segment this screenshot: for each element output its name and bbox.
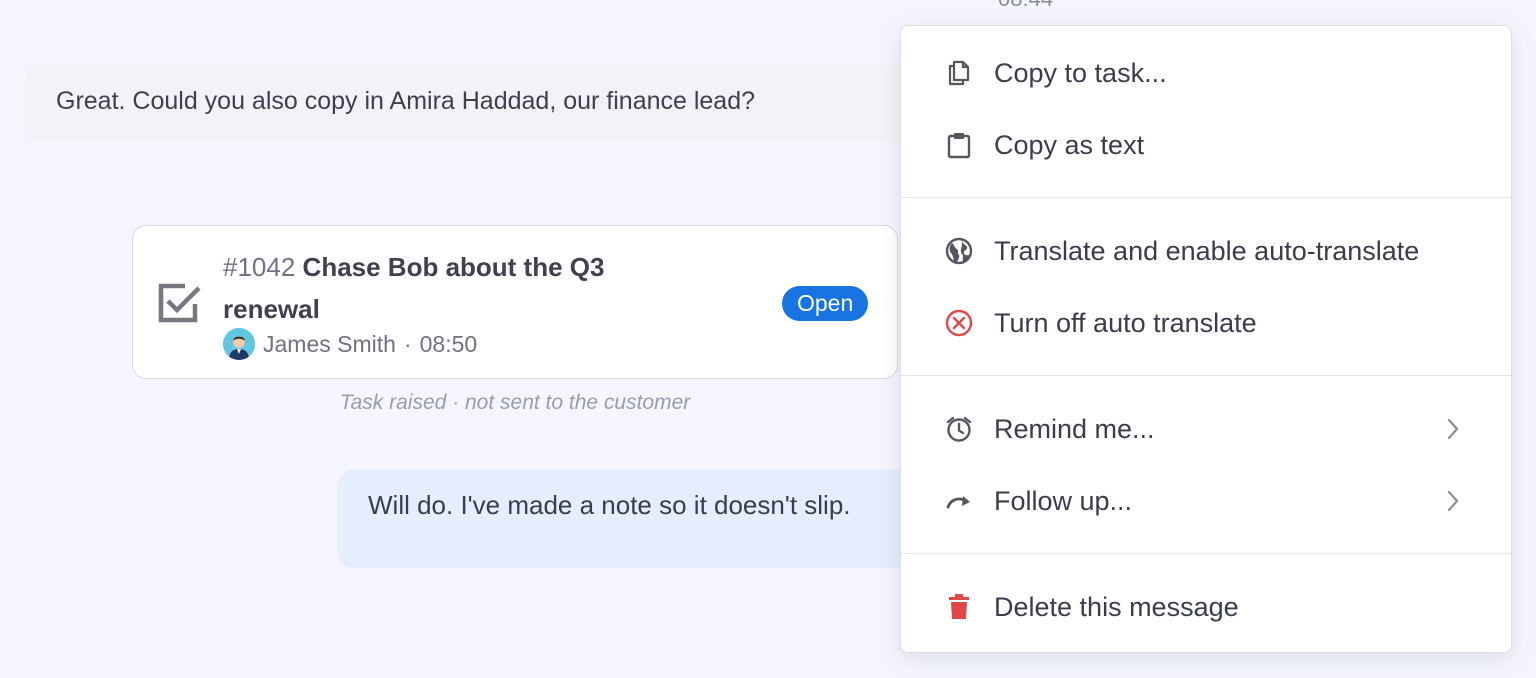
task-assignee: James Smith — [263, 330, 396, 357]
redo-arrow-icon — [945, 487, 973, 515]
alarm-clock-icon — [945, 415, 973, 443]
message-timestamp: 08:44 — [998, 0, 1053, 12]
menu-item-follow-up[interactable]: Follow up... — [901, 471, 1511, 531]
menu-item-translate[interactable]: Translate and enable auto-translate — [901, 221, 1511, 281]
chevron-right-icon — [1447, 418, 1459, 440]
incoming-message-bubble[interactable]: Great. Could you also copy in Amira Hadd… — [24, 65, 924, 142]
status-badge: Open — [782, 286, 869, 321]
menu-item-copy-as-text[interactable]: Copy as text — [901, 115, 1511, 175]
outgoing-message-bubble[interactable]: Will do. I've made a note so it doesn't … — [337, 470, 937, 568]
menu-divider — [901, 553, 1511, 554]
menu-item-label: Delete this message — [994, 591, 1239, 622]
task-card[interactable]: #1042 Chase Bob about the Q3 renewal Jam… — [132, 225, 898, 379]
menu-item-delete[interactable]: Delete this message — [901, 577, 1511, 637]
trash-icon — [945, 593, 973, 621]
menu-item-label: Translate and enable auto-translate — [994, 235, 1420, 266]
menu-item-label: Follow up... — [994, 485, 1133, 516]
task-number: #1042 — [223, 252, 296, 282]
task-meta-separator: · — [403, 330, 412, 357]
menu-divider — [901, 197, 1511, 198]
incoming-message-text: Great. Could you also copy in Amira Hadd… — [56, 87, 756, 115]
menu-item-label: Copy to task... — [994, 57, 1167, 88]
menu-item-label: Remind me... — [994, 413, 1155, 444]
avatar — [223, 328, 255, 360]
task-time: 08:50 — [419, 330, 478, 357]
copy-icon — [945, 59, 973, 87]
task-checkbox-icon — [158, 283, 201, 323]
globe-icon — [945, 237, 973, 265]
cancel-circle-icon — [945, 309, 973, 337]
menu-item-copy-to-task[interactable]: Copy to task... — [901, 43, 1511, 103]
outgoing-message-text: Will do. I've made a note so it doesn't … — [368, 490, 851, 520]
menu-item-turn-off-auto-translate[interactable]: Turn off auto translate — [901, 293, 1511, 353]
message-context-menu: Copy to task... Copy as text Translate a… — [900, 25, 1512, 653]
menu-item-label: Copy as text — [994, 129, 1145, 160]
chat-view: 08:44 Great. Could you also copy in Amir… — [0, 0, 1536, 678]
task-meta: James Smith · 08:50 — [223, 328, 477, 360]
task-note: Task raised · not sent to the customer — [339, 391, 691, 414]
chevron-right-icon — [1447, 490, 1459, 512]
clipboard-icon — [945, 131, 973, 159]
task-title[interactable]: #1042 Chase Bob about the Q3 renewal — [223, 246, 683, 330]
menu-item-remind-me[interactable]: Remind me... — [901, 399, 1511, 459]
menu-item-label: Turn off auto translate — [994, 307, 1257, 338]
menu-divider — [901, 375, 1511, 376]
